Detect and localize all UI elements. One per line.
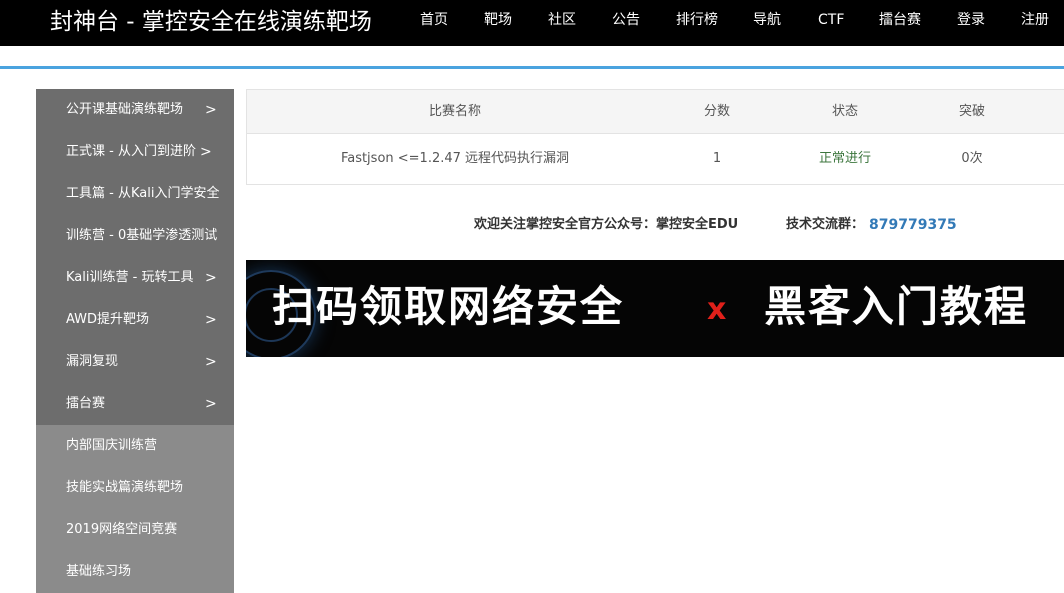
sidebar-item-label: AWD提升靶场: [66, 312, 150, 327]
header-divider: [0, 66, 1064, 69]
challenge-score: 1: [712, 151, 722, 166]
chevron-right-icon: >: [205, 312, 217, 328]
nav-home[interactable]: 首页: [420, 11, 448, 29]
sidebar-subitem-label: 技能实战篇演练靶场: [66, 480, 184, 495]
table-header: 比赛名称 分数 状态 突破: [247, 90, 1064, 134]
nav-leaderboard[interactable]: 排行榜: [676, 11, 718, 29]
sidebar-item-kali-camp[interactable]: Kali训练营 - 玩转工具 >: [36, 257, 234, 299]
tech-group-number[interactable]: 879779375: [869, 216, 957, 234]
sidebar-item-vuln-repro[interactable]: 漏洞复现 >: [36, 341, 234, 383]
chevron-right-icon: >: [205, 396, 217, 412]
nav-login[interactable]: 登录: [957, 11, 985, 29]
column-header-name: 比赛名称: [428, 104, 481, 119]
sidebar-item-awd[interactable]: AWD提升靶场 >: [36, 299, 234, 341]
sidebar-item-arena[interactable]: 擂台赛 >: [36, 383, 234, 425]
sidebar-item-public-course[interactable]: 公开课基础演练靶场 >: [36, 89, 234, 131]
sidebar-subitem-basic-practice[interactable]: 基础练习场: [36, 551, 234, 593]
sidebar-item-label: Kali训练营 - 玩转工具: [66, 270, 194, 285]
wechat-follow-text: 欢迎关注掌控安全官方公众号：掌控安全EDU: [474, 217, 739, 232]
banner-x-mark: x: [707, 292, 727, 327]
challenge-name[interactable]: Fastjson <=1.2.47 远程代码执行漏洞: [305, 150, 605, 168]
sidebar-item-label: 漏洞复现: [66, 354, 119, 369]
challenge-table: 比赛名称 分数 状态 突破 Fastjson <=1.2.47 远程代码执行漏洞…: [246, 89, 1064, 185]
sidebar-item-label: 擂台赛: [66, 396, 106, 411]
sidebar-subitem-label: 基础练习场: [66, 564, 132, 579]
sidebar-item-label: 工具篇 - 从Kali入门学安全: [66, 186, 220, 201]
sidebar-item-label: 正式课 - 从入门到进阶: [66, 144, 196, 159]
challenge-status: 正常进行: [818, 151, 871, 166]
nav-community[interactable]: 社区: [548, 11, 576, 29]
sidebar-item-tools[interactable]: 工具篇 - 从Kali入门学安全: [36, 173, 234, 215]
sidebar-subitem-skills-practice[interactable]: 技能实战篇演练靶场: [36, 467, 234, 509]
sidebar-item-label: 训练营 - 0基础学渗透测试: [66, 228, 218, 243]
nav-ctf[interactable]: CTF: [818, 11, 844, 29]
sidebar-item-training-camp[interactable]: 训练营 - 0基础学渗透测试: [36, 215, 234, 257]
nav-register[interactable]: 注册: [1021, 11, 1049, 29]
nav-arena[interactable]: 擂台赛: [879, 11, 921, 29]
site-brand[interactable]: 封神台 - 掌控安全在线演练靶场: [50, 7, 372, 37]
column-header-score: 分数: [703, 104, 730, 119]
chevron-right-icon: >: [205, 270, 217, 286]
sidebar-item-formal-course[interactable]: 正式课 - 从入门到进阶 >: [36, 131, 234, 173]
nav-range[interactable]: 靶场: [484, 11, 512, 29]
chevron-right-icon: >: [205, 102, 217, 118]
sidebar-subitem-label: 内部国庆训练营: [66, 438, 158, 453]
column-header-status: 状态: [831, 104, 858, 119]
tech-group-label: 技术交流群：: [786, 217, 865, 232]
chevron-right-icon: >: [205, 354, 217, 370]
sidebar-item-label: 公开课基础演练靶场: [66, 102, 184, 117]
challenge-breaks: 0次: [961, 151, 983, 166]
chevron-right-icon: >: [200, 144, 212, 160]
nav-announcements[interactable]: 公告: [612, 11, 640, 29]
banner-text-right: 黑客入门教程: [764, 282, 1029, 331]
sidebar-subitem-label: 2019网络空间竞赛: [66, 522, 178, 537]
banner-text-left: 扫码领取网络安全: [272, 282, 625, 331]
sidebar: 公开课基础演练靶场 > 正式课 - 从入门到进阶 > 工具篇 - 从Kali入门…: [36, 89, 234, 593]
sidebar-subitem-2019-competition[interactable]: 2019网络空间竞赛: [36, 509, 234, 551]
table-row[interactable]: Fastjson <=1.2.47 远程代码执行漏洞 1 正常进行 0次: [247, 134, 1064, 184]
sidebar-subitem-national-day-camp[interactable]: 内部国庆训练营: [36, 425, 234, 467]
nav-navigation[interactable]: 导航: [753, 11, 781, 29]
promo-banner[interactable]: 扫码领取网络安全 x 黑客入门教程: [246, 260, 1064, 357]
column-header-breaks: 突破: [958, 104, 985, 119]
top-navbar: 封神台 - 掌控安全在线演练靶场 首页 靶场 社区 公告 排行榜 导航 CTF …: [0, 0, 1064, 46]
